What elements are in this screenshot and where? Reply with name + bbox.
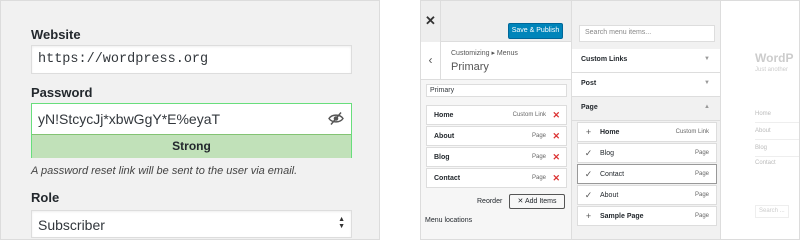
- menu-item[interactable]: Home Custom Link ✕: [426, 105, 567, 125]
- menu-item[interactable]: Blog Page ✕: [426, 147, 567, 167]
- preview-nav-item: Contact: [755, 160, 776, 166]
- available-item[interactable]: ✓ Contact Page: [577, 164, 717, 184]
- menu-item-title: Home: [434, 112, 454, 119]
- menu-item[interactable]: About Page ✕: [426, 126, 567, 146]
- menu-item-type: Custom Link: [512, 112, 546, 118]
- save-publish-button[interactable]: Save & Publish: [508, 23, 563, 39]
- menu-item[interactable]: Contact Page ✕: [426, 168, 567, 188]
- preview-nav-item: About: [755, 128, 771, 134]
- check-icon: ✓: [584, 148, 593, 158]
- password-strength-meter: Strong: [32, 134, 351, 158]
- plus-icon: +: [585, 211, 592, 221]
- search-menu-items-input[interactable]: Search menu items...: [579, 25, 715, 42]
- back-icon[interactable]: ‹: [421, 42, 441, 80]
- available-item-type: Custom Link: [675, 129, 709, 135]
- available-item[interactable]: + Home Custom Link: [577, 122, 717, 142]
- preview-nav-item: Home: [755, 111, 772, 117]
- customizer-panel: ✕ Save & Publish ‹ Customizing ▸ Menus P…: [420, 0, 800, 240]
- role-label: Role: [31, 190, 60, 205]
- menu-item-type: Page: [531, 154, 546, 160]
- available-item-type: Page: [694, 150, 709, 156]
- password-label: Password: [31, 85, 93, 100]
- available-item-title: Sample Page: [600, 213, 644, 220]
- site-preview: WordP Just another Home About Blog Conta…: [721, 1, 799, 239]
- plus-icon: +: [585, 127, 592, 137]
- role-select[interactable]: Subscriber ▲ ▼: [31, 210, 352, 238]
- chevron-down-icon: ▼: [704, 80, 710, 86]
- close-icon[interactable]: ✕: [421, 1, 441, 42]
- preview-tagline: Just another: [755, 67, 789, 73]
- chevron-up-icon: ▲: [704, 104, 710, 110]
- section-post[interactable]: Post ▼: [572, 73, 720, 97]
- website-label: Website: [31, 27, 81, 42]
- chevron-down-icon: ▼: [704, 56, 710, 62]
- panel-title: Primary: [451, 61, 489, 73]
- available-item-title: Home: [600, 129, 620, 136]
- available-item[interactable]: + Sample Page Page: [577, 206, 717, 226]
- password-reset-note: A password reset link will be sent to th…: [31, 165, 298, 177]
- menu-panel-header: ‹ Customizing ▸ Menus Primary: [421, 42, 571, 80]
- available-menu-items: Search menu items... Custom Links ▼ Post…: [571, 1, 721, 239]
- breadcrumb: Customizing ▸ Menus: [451, 50, 518, 57]
- password-field[interactable]: yN!StcycJj*xbwGgY*E%eyaT: [32, 104, 351, 134]
- preview-divider: [755, 156, 799, 157]
- available-item-type: Page: [694, 213, 709, 219]
- section-page[interactable]: Page ▲: [572, 97, 720, 121]
- hide-password-icon[interactable]: [328, 111, 344, 126]
- section-custom-links[interactable]: Custom Links ▼: [572, 49, 720, 73]
- preview-site-title: WordP: [755, 51, 794, 65]
- available-item[interactable]: ✓ About Page: [577, 185, 717, 205]
- menu-item-type: Page: [531, 133, 546, 139]
- preview-nav-item: Blog: [755, 145, 768, 151]
- available-item[interactable]: ✓ Blog Page: [577, 143, 717, 163]
- menu-item-title: Blog: [434, 154, 450, 161]
- menu-item-title: About: [434, 133, 455, 140]
- section-label: Custom Links: [581, 56, 628, 63]
- preview-search: Search ...: [755, 205, 789, 218]
- available-item-type: Page: [694, 192, 709, 198]
- section-label: Post: [581, 80, 597, 87]
- check-icon: ✓: [584, 190, 593, 200]
- user-profile-panel: Website https://wordpress.org Password y…: [0, 0, 380, 240]
- website-field[interactable]: https://wordpress.org: [31, 45, 352, 74]
- check-icon: ✓: [584, 169, 593, 179]
- section-label: Page: [581, 104, 598, 111]
- menu-item-title: Contact: [434, 175, 461, 182]
- customizer-header: ✕ Save & Publish: [421, 1, 571, 42]
- available-item-title: Blog: [600, 150, 615, 157]
- remove-icon[interactable]: ✕: [552, 152, 560, 163]
- add-items-button[interactable]: ✕ Add Items: [509, 194, 565, 209]
- remove-icon[interactable]: ✕: [552, 173, 560, 184]
- role-select-value: Subscriber: [38, 217, 105, 233]
- available-item-title: About: [600, 192, 619, 199]
- menu-name-input[interactable]: Primary: [426, 84, 567, 97]
- password-wrapper: yN!StcycJj*xbwGgY*E%eyaT Strong: [31, 103, 352, 158]
- menu-item-type: Page: [531, 175, 546, 181]
- reorder-link[interactable]: Reorder: [477, 198, 502, 205]
- select-arrows-icon: ▲ ▼: [338, 216, 345, 230]
- preview-divider: [755, 139, 799, 140]
- remove-icon[interactable]: ✕: [552, 131, 560, 142]
- menu-locations-heading: Menu locations: [425, 217, 473, 224]
- remove-icon[interactable]: ✕: [552, 110, 560, 121]
- available-item-type: Page: [694, 171, 709, 177]
- preview-divider: [755, 122, 799, 123]
- available-item-title: Contact: [600, 171, 625, 178]
